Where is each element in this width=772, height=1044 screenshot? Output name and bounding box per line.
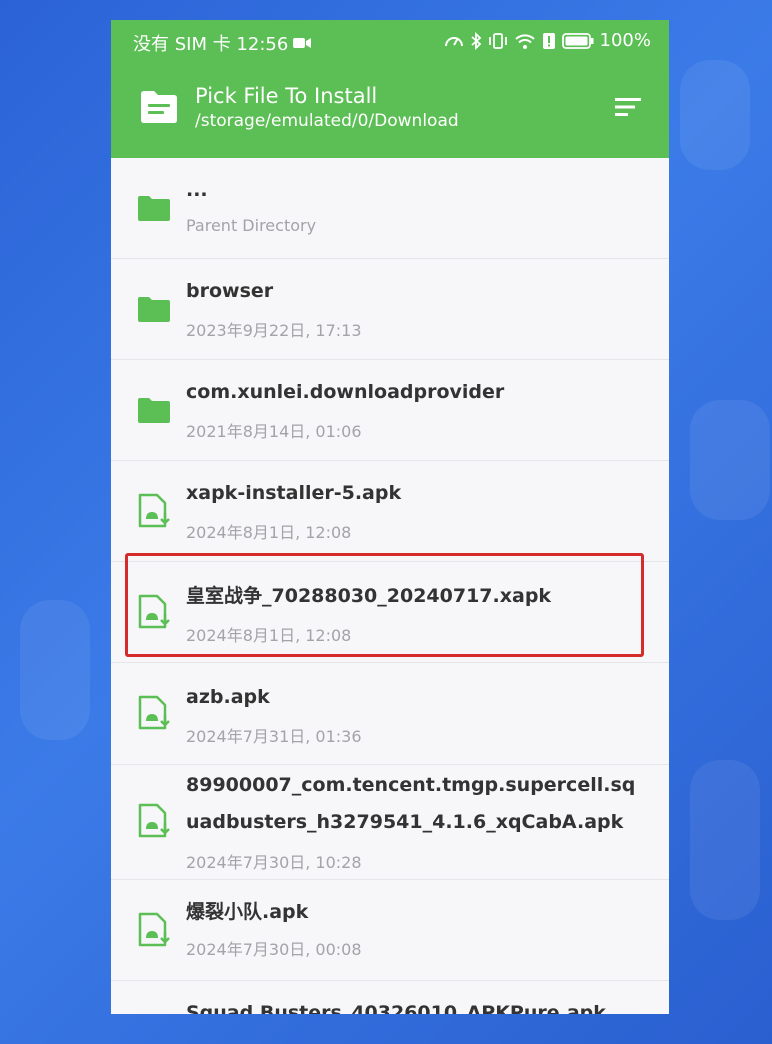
status-right: 100% bbox=[444, 30, 651, 51]
apk-file-icon bbox=[138, 912, 170, 947]
status-left: 没有 SIM 卡 12:56 bbox=[133, 30, 312, 56]
file-name: Squad Busters_40326010_APKPure.apk bbox=[186, 1002, 606, 1014]
file-meta: 2024年7月31日, 01:36 bbox=[186, 727, 362, 746]
file-meta: 2021年8月14日, 01:06 bbox=[186, 422, 362, 441]
vibrate-icon bbox=[488, 32, 507, 49]
file-name: ... bbox=[186, 179, 208, 201]
list-item[interactable]: azb.apk 2024年7月31日, 01:36 bbox=[111, 663, 669, 765]
highlight-box bbox=[125, 553, 644, 657]
current-path: /storage/emulated/0/Download bbox=[195, 111, 459, 131]
background-shape bbox=[680, 60, 750, 170]
folder-icon bbox=[138, 297, 170, 322]
file-name: browser bbox=[186, 280, 274, 302]
file-meta: 2023年9月22日, 17:13 bbox=[186, 321, 362, 340]
battery-percent: 100% bbox=[599, 30, 651, 51]
bluetooth-icon bbox=[470, 31, 481, 50]
file-meta: 2024年8月1日, 12:08 bbox=[186, 523, 352, 542]
file-name: 爆裂小队.apk bbox=[186, 901, 309, 923]
speed-icon bbox=[444, 36, 463, 46]
file-meta: Parent Directory bbox=[186, 216, 317, 235]
status-bar: 没有 SIM 卡 12:56 100% bbox=[111, 20, 669, 62]
background-shape bbox=[690, 400, 770, 520]
page-title: Pick File To Install bbox=[195, 84, 378, 108]
file-name-line1: 89900007_com.tencent.tmgp.supercell.sq bbox=[186, 774, 636, 796]
list-item[interactable]: Squad Busters_40326010_APKPure.apk bbox=[111, 981, 669, 1014]
wifi-icon bbox=[514, 33, 535, 49]
alert-icon bbox=[542, 32, 555, 49]
list-item[interactable]: com.xunlei.downloadprovider 2021年8月14日, … bbox=[111, 360, 669, 461]
list-item[interactable]: 爆裂小队.apk 2024年7月30日, 00:08 bbox=[111, 880, 669, 981]
file-name: azb.apk bbox=[186, 686, 270, 708]
file-name: xapk-installer-5.apk bbox=[186, 482, 402, 504]
apk-file-icon bbox=[138, 803, 170, 838]
phone-screen: 没有 SIM 卡 12:56 100% Pick File To Install… bbox=[111, 20, 669, 1014]
battery-icon bbox=[561, 32, 594, 49]
file-meta: 2024年7月30日, 10:28 bbox=[186, 853, 362, 872]
list-item[interactable]: 89900007_com.tencent.tmgp.supercell.sq u… bbox=[111, 765, 669, 880]
file-icon bbox=[141, 91, 177, 123]
apk-file-icon bbox=[138, 695, 170, 730]
video-record-icon bbox=[293, 38, 312, 48]
folder-icon bbox=[138, 196, 170, 221]
background-shape bbox=[690, 760, 760, 920]
background-shape bbox=[20, 600, 90, 740]
carrier-time: 没有 SIM 卡 12:56 bbox=[133, 34, 289, 55]
file-name-line2: uadbusters_h3279541_4.1.6_xqCabA.apk bbox=[186, 811, 624, 833]
apk-file-icon bbox=[138, 493, 170, 528]
file-meta: 2024年7月30日, 00:08 bbox=[186, 940, 362, 959]
list-item-parent-directory[interactable]: ... Parent Directory bbox=[111, 158, 669, 259]
file-name: com.xunlei.downloadprovider bbox=[186, 381, 505, 403]
list-item[interactable]: browser 2023年9月22日, 17:13 bbox=[111, 259, 669, 360]
list-item[interactable]: xapk-installer-5.apk 2024年8月1日, 12:08 bbox=[111, 461, 669, 562]
folder-icon bbox=[138, 398, 170, 423]
sort-icon[interactable] bbox=[613, 96, 643, 118]
app-header: 没有 SIM 卡 12:56 100% Pick File To Install… bbox=[111, 20, 669, 158]
